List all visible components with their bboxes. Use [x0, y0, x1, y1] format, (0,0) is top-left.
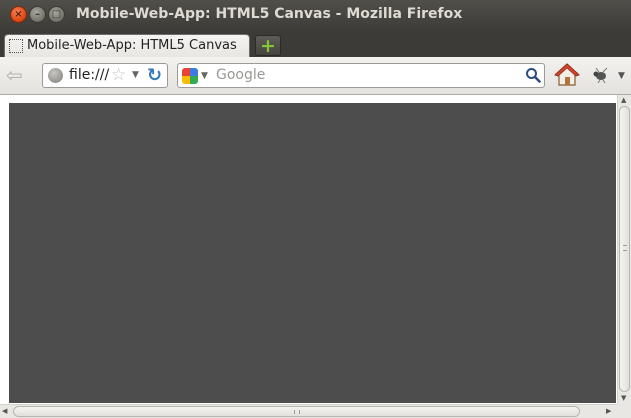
window-title: Mobile-Web-App: HTML5 Canvas - Mozilla F… — [76, 6, 463, 22]
bug-addon-icon[interactable] — [590, 67, 610, 83]
toolbar-menu-dropdown-icon[interactable]: ▼ — [618, 71, 625, 81]
close-window-button[interactable]: × — [10, 6, 27, 23]
close-icon: × — [14, 9, 23, 20]
minimize-window-button[interactable]: – — [29, 6, 46, 23]
navigation-toolbar: ⇦ file:/// ☆ ▼ ↻ ▼ Google ▼ — [0, 57, 631, 95]
tab-active[interactable]: Mobile-Web-App: HTML5 Canvas — [4, 34, 250, 57]
maximize-icon: □ — [51, 9, 62, 20]
globe-icon — [48, 68, 63, 83]
vertical-scrollbar[interactable]: ▲ ▼ — [617, 95, 631, 404]
back-arrow-icon: ⇦ — [6, 63, 23, 87]
blank-page-icon — [9, 39, 23, 53]
scroll-down-icon[interactable]: ▼ — [621, 394, 626, 402]
plus-icon: + — [260, 35, 276, 57]
url-history-dropdown-icon[interactable]: ▼ — [132, 70, 139, 80]
grip-icon — [623, 245, 627, 251]
tab-strip: Mobile-Web-App: HTML5 Canvas + — [0, 32, 631, 57]
magnifier-icon[interactable] — [525, 67, 541, 83]
scrollbar-corner — [617, 404, 631, 418]
grip-icon — [294, 410, 300, 414]
window-titlebar: × – □ Mobile-Web-App: HTML5 Canvas - Moz… — [0, 0, 631, 32]
home-icon[interactable] — [554, 62, 580, 88]
bookmark-star-icon[interactable]: ☆ — [111, 65, 126, 85]
maximize-window-button[interactable]: □ — [48, 6, 65, 23]
url-bar[interactable]: file:/// ☆ ▼ ↻ — [42, 63, 168, 88]
vertical-scroll-thumb[interactable] — [619, 106, 630, 392]
tab-label: Mobile-Web-App: HTML5 Canvas — [27, 38, 237, 53]
horizontal-scroll-thumb[interactable] — [13, 406, 580, 417]
scroll-right-icon[interactable]: ▶ — [606, 407, 611, 415]
google-icon[interactable] — [182, 68, 198, 84]
url-text[interactable]: file:/// — [69, 67, 109, 83]
minimize-icon: – — [35, 9, 40, 20]
horizontal-scrollbar[interactable]: ◀ ▶ — [0, 404, 631, 418]
scroll-up-icon[interactable]: ▲ — [621, 96, 626, 104]
reload-icon[interactable]: ↻ — [147, 65, 162, 86]
back-button[interactable]: ⇦ — [6, 65, 32, 87]
new-tab-button[interactable]: + — [255, 35, 281, 57]
html5-canvas[interactable] — [9, 103, 616, 403]
search-input[interactable]: Google — [216, 67, 265, 83]
search-bar[interactable]: ▼ Google — [177, 63, 545, 88]
page-viewport: ▲ ▼ ◀ ▶ — [0, 95, 631, 418]
search-engine-dropdown-icon[interactable]: ▼ — [201, 71, 208, 81]
scroll-left-icon[interactable]: ◀ — [2, 407, 7, 415]
